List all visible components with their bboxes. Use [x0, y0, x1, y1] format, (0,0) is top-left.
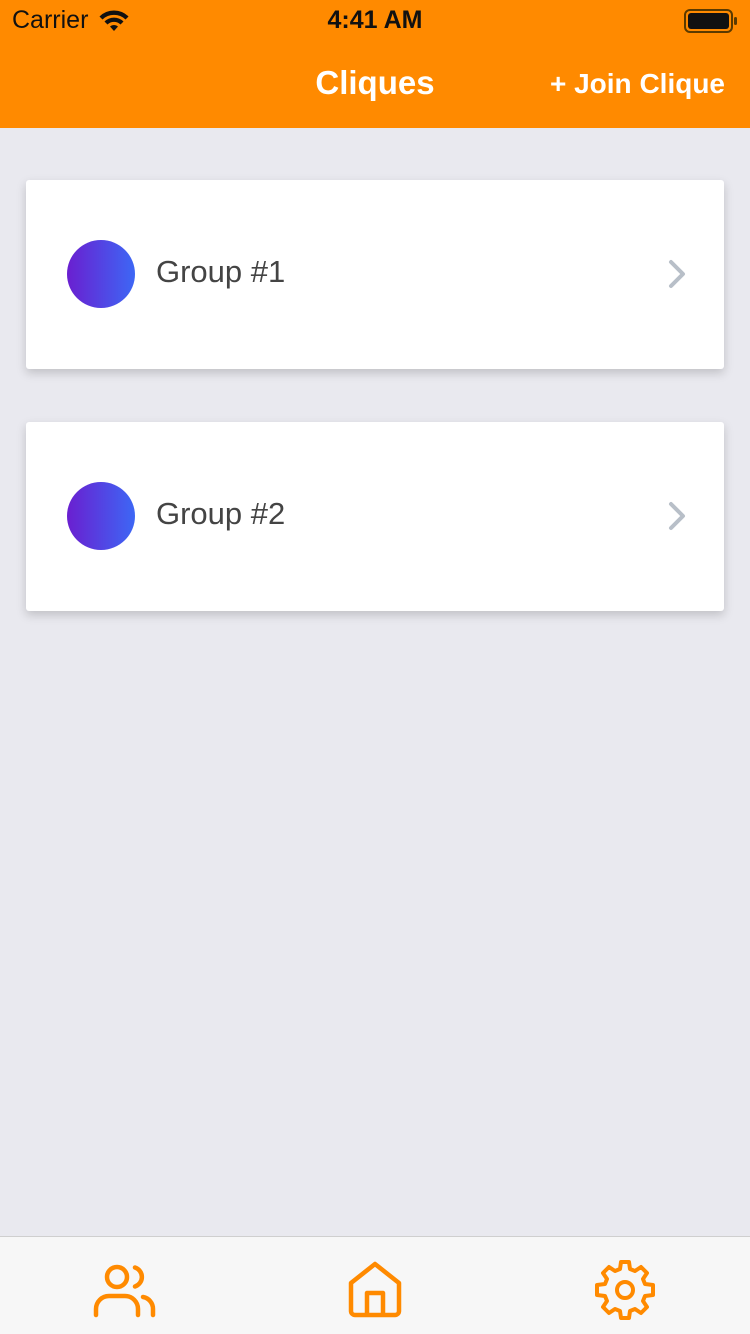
users-icon — [93, 1264, 156, 1318]
status-time: 4:41 AM — [327, 6, 423, 34]
tab-cliques[interactable] — [93, 1259, 157, 1321]
tab-home[interactable] — [343, 1259, 407, 1321]
home-icon — [348, 1261, 402, 1318]
chevron-right-icon — [669, 502, 685, 530]
group-card-2[interactable]: Group #2 — [26, 422, 724, 611]
gear-icon — [595, 1260, 655, 1320]
tab-bar — [0, 1236, 750, 1334]
group-name: Group #2 — [156, 496, 286, 531]
join-clique-button[interactable]: + Join Clique — [550, 68, 725, 100]
battery-icon — [684, 9, 737, 33]
group-avatar — [67, 240, 135, 308]
header: Carrier 4:41 AM Cliques + Join Clique — [0, 0, 750, 128]
cliques-screen: Carrier 4:41 AM Cliques + Join Clique Gr… — [0, 0, 750, 1334]
nav-bar: Cliques + Join Clique — [0, 40, 750, 128]
group-avatar — [67, 482, 135, 550]
group-card-1[interactable]: Group #1 — [26, 180, 724, 369]
group-name: Group #1 — [156, 254, 286, 289]
tab-settings[interactable] — [593, 1259, 657, 1321]
group-list: Group #1 Group #2 — [26, 180, 724, 664]
chevron-right-icon — [669, 260, 685, 288]
status-bar: Carrier 4:41 AM — [0, 0, 750, 40]
